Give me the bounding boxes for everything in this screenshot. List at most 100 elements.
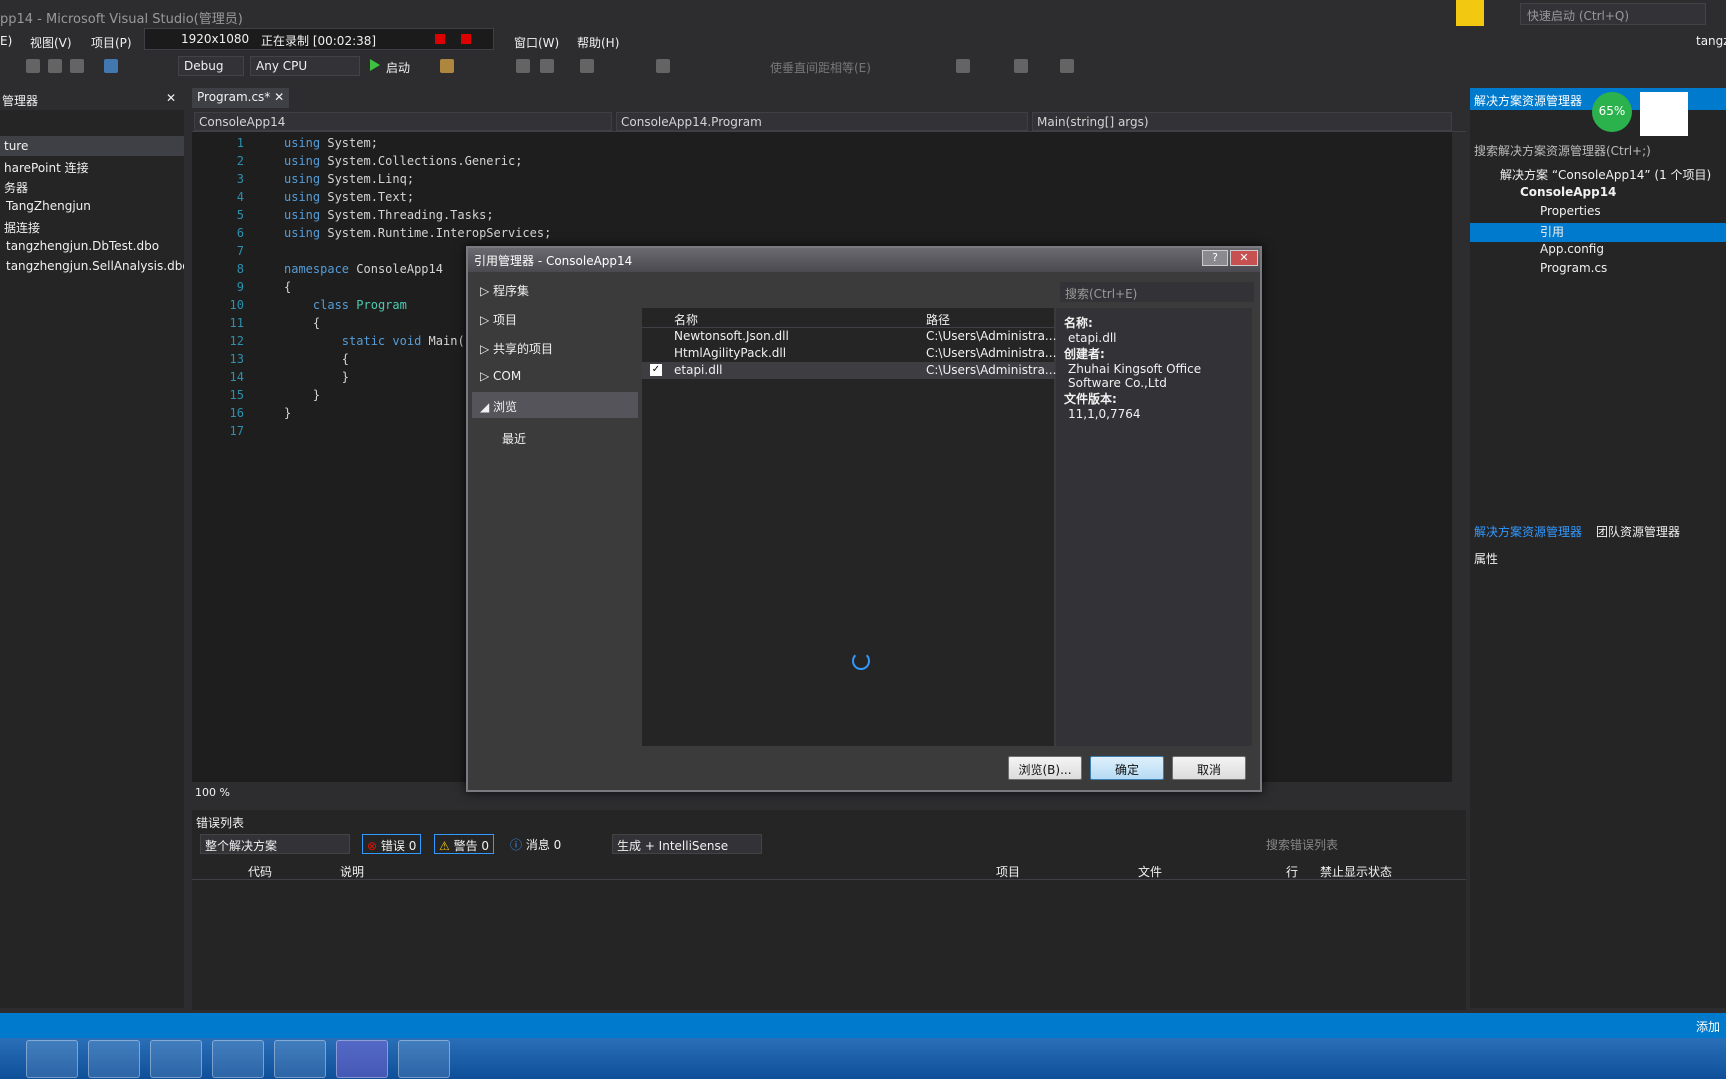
- category-browse[interactable]: ◢ 浏览: [472, 392, 638, 418]
- code-line[interactable]: class Program: [284, 298, 407, 312]
- app-config-node[interactable]: App.config: [1540, 242, 1604, 261]
- code-line[interactable]: }: [284, 406, 291, 420]
- platform-select[interactable]: Any CPU: [250, 56, 360, 76]
- baidu-logo-icon[interactable]: [1640, 92, 1688, 136]
- tab-order-icon[interactable]: [956, 59, 970, 73]
- col-name[interactable]: 名称: [674, 311, 698, 328]
- menu-help[interactable]: 帮助(H): [577, 34, 619, 51]
- col-line[interactable]: 行: [1286, 863, 1298, 880]
- errors-filter-button[interactable]: ⊗ 错误 0: [362, 834, 422, 854]
- solution-search-input[interactable]: 搜索解决方案资源管理器(Ctrl+;): [1474, 142, 1722, 159]
- notepad-taskbar-icon[interactable]: [150, 1040, 202, 1078]
- scope-select[interactable]: 整个解决方案: [200, 834, 350, 854]
- category-com[interactable]: ▷ COM: [472, 363, 638, 389]
- undo-icon[interactable]: [104, 59, 118, 73]
- align-top-icon[interactable]: [580, 59, 594, 73]
- tree-item[interactable]: harePoint 连接: [0, 156, 184, 176]
- code-line[interactable]: using System.Text;: [284, 190, 414, 204]
- category-projects[interactable]: ▷ 项目: [472, 305, 638, 331]
- member-nav-select[interactable]: Main(string[] args): [1032, 112, 1452, 131]
- wps-taskbar-icon[interactable]: [398, 1040, 450, 1078]
- class-nav-select[interactable]: ConsoleApp14.Program: [616, 112, 1028, 131]
- program-cs-node[interactable]: Program.cs: [1540, 261, 1607, 280]
- reference-search-input[interactable]: 搜索(Ctrl+E): [1060, 282, 1254, 302]
- checkbox[interactable]: ✓: [650, 364, 662, 376]
- start-button[interactable]: 启动: [386, 59, 410, 76]
- col-path[interactable]: 路径: [926, 311, 950, 328]
- stop-record-icon[interactable]: [435, 34, 445, 44]
- code-line[interactable]: using System;: [284, 136, 378, 150]
- new-project-icon[interactable]: [26, 59, 40, 73]
- tree-item[interactable]: tangzhengjun.DbTest.dbo: [0, 236, 184, 256]
- code-line[interactable]: {: [284, 280, 291, 294]
- quick-launch-box[interactable]: 快速启动 (Ctrl+Q): [1520, 3, 1706, 25]
- category-assemblies[interactable]: ▷ 程序集: [472, 276, 638, 302]
- save-icon[interactable]: [70, 59, 84, 73]
- code-line[interactable]: using System.Linq;: [284, 172, 414, 186]
- comment-icon[interactable]: [1014, 59, 1028, 73]
- code-line[interactable]: }: [284, 370, 349, 384]
- tab-solution-explorer[interactable]: 解决方案资源管理器: [1474, 523, 1582, 542]
- solution-root[interactable]: 解决方案 “ConsoleApp14” (1 个项目): [1500, 166, 1711, 185]
- zoom-select[interactable]: 100 %: [195, 786, 230, 799]
- code-line[interactable]: }: [284, 388, 320, 402]
- add-to-source-control[interactable]: 添加: [1696, 1018, 1720, 1035]
- tab-program-cs[interactable]: Program.cs* ✕: [192, 88, 290, 108]
- code-line[interactable]: {: [284, 352, 349, 366]
- cancel-button[interactable]: 取消: [1172, 756, 1246, 780]
- code-line[interactable]: namespace ConsoleApp14: [284, 262, 443, 276]
- col-description[interactable]: 说明: [340, 863, 364, 880]
- references-node[interactable]: 引用: [1470, 223, 1726, 242]
- open-file-icon[interactable]: [48, 59, 62, 73]
- category-recent[interactable]: 最近: [472, 424, 638, 450]
- help-taskbar-icon[interactable]: [88, 1040, 140, 1078]
- tree-item[interactable]: 务器: [0, 176, 184, 196]
- tree-item[interactable]: 据连接: [0, 216, 184, 236]
- start-icon[interactable]: [370, 59, 380, 71]
- menu-project[interactable]: 项目(P): [91, 34, 132, 51]
- code-line[interactable]: {: [284, 316, 320, 330]
- tree-item[interactable]: ture: [0, 136, 184, 156]
- make-same-size-icon[interactable]: [656, 59, 670, 73]
- browser-taskbar-icon[interactable]: [212, 1040, 264, 1078]
- bookmark-icon[interactable]: [1060, 59, 1074, 73]
- notification-filter-icon[interactable]: [1456, 0, 1484, 26]
- menu-window[interactable]: 窗口(W): [514, 34, 559, 51]
- category-shared-projects[interactable]: ▷ 共享的项目: [472, 334, 638, 360]
- properties-node[interactable]: Properties: [1540, 204, 1601, 223]
- project-node[interactable]: ConsoleApp14: [1520, 185, 1616, 204]
- help-icon[interactable]: ?: [1202, 250, 1228, 266]
- error-search-input[interactable]: 搜索错误列表: [1266, 836, 1338, 853]
- browse-button[interactable]: 浏览(B)...: [1008, 756, 1082, 780]
- tree-item[interactable]: tangzhengjun.SellAnalysis.dbo: [0, 256, 184, 276]
- tree-item[interactable]: TangZhengjun: [0, 196, 184, 216]
- align-center-icon[interactable]: [540, 59, 554, 73]
- vertical-spacing-button[interactable]: 使垂直间距相等(E): [770, 59, 871, 76]
- build-source-select[interactable]: 生成 + IntelliSense: [612, 834, 762, 854]
- menu-view[interactable]: 视图(V): [30, 34, 72, 51]
- code-line[interactable]: using System.Runtime.InteropServices;: [284, 226, 551, 240]
- screen-recorder-bar[interactable]: 1920x1080 正在录制 [00:02:38]: [144, 28, 494, 50]
- list-item[interactable]: HtmlAgilityPack.dll C:\Users\Administra..…: [642, 345, 1056, 362]
- col-project[interactable]: 项目: [996, 863, 1020, 880]
- col-suppression[interactable]: 禁止显示状态: [1320, 863, 1392, 880]
- code-line[interactable]: using System.Threading.Tasks;: [284, 208, 494, 222]
- warnings-filter-button[interactable]: ⚠ 警告 0: [434, 834, 495, 854]
- code-line[interactable]: using System.Collections.Generic;: [284, 154, 522, 168]
- project-nav-select[interactable]: ConsoleApp14: [194, 112, 612, 131]
- close-icon[interactable]: ✕: [166, 91, 176, 105]
- pause-record-icon[interactable]: [461, 34, 471, 44]
- tab-team-explorer[interactable]: 团队资源管理器: [1596, 523, 1680, 542]
- align-left-icon[interactable]: [516, 59, 530, 73]
- list-item[interactable]: ✓ etapi.dll C:\Users\Administra...: [642, 362, 1056, 379]
- close-icon[interactable]: ✕: [1230, 250, 1258, 266]
- performance-badge[interactable]: 65%: [1592, 92, 1632, 132]
- col-file[interactable]: 文件: [1138, 863, 1162, 880]
- menu-edit[interactable]: E): [0, 34, 12, 48]
- ok-button[interactable]: 确定: [1090, 756, 1164, 780]
- list-item[interactable]: Newtonsoft.Json.dll C:\Users\Administra..…: [642, 328, 1056, 345]
- close-icon[interactable]: ✕: [274, 90, 284, 104]
- excel-taskbar-icon[interactable]: [26, 1040, 78, 1078]
- find-icon[interactable]: [440, 59, 454, 73]
- configuration-select[interactable]: Debug: [178, 56, 244, 76]
